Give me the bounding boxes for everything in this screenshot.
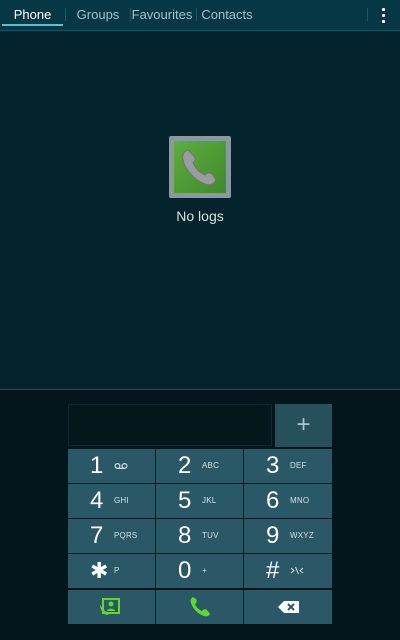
key-letters: ABC xyxy=(202,461,220,470)
key-letters: MNO xyxy=(290,496,310,505)
tab-favourites[interactable]: Favourites xyxy=(131,0,193,29)
tab-bar: Phone Groups Favourites Contacts xyxy=(0,0,400,31)
key-0[interactable]: 0 + xyxy=(156,554,243,588)
key-letters: TUV xyxy=(202,531,219,540)
call-button[interactable] xyxy=(156,590,243,624)
key-7[interactable]: 7 PQRS xyxy=(68,519,155,553)
phone-icon xyxy=(190,597,210,617)
tab-divider xyxy=(367,8,368,21)
contact-card-icon xyxy=(100,598,120,615)
key-4[interactable]: 4 GHI xyxy=(68,484,155,518)
key-letters: PQRS xyxy=(114,531,138,540)
tab-groups[interactable]: Groups xyxy=(66,0,130,29)
key-digit: 4 xyxy=(90,487,104,514)
key-digit: 7 xyxy=(90,522,104,549)
key-letters: WXYZ xyxy=(290,531,314,540)
contacts-shortcut-button[interactable] xyxy=(68,590,155,624)
key-digit: 2 xyxy=(178,452,192,479)
key-digit: 5 xyxy=(178,487,192,514)
key-1[interactable]: 1 xyxy=(68,449,155,483)
phone-number-input[interactable] xyxy=(68,404,272,446)
key-digit: 9 xyxy=(266,522,280,549)
key-8[interactable]: 8 TUV xyxy=(156,519,243,553)
key-2[interactable]: 2 ABC xyxy=(156,449,243,483)
voicemail-icon xyxy=(114,462,128,470)
more-options-icon[interactable] xyxy=(377,6,391,24)
key-letters: GHI xyxy=(114,496,129,505)
mute-icon xyxy=(290,566,304,575)
key-6[interactable]: 6 MNO xyxy=(244,484,332,518)
key-digit: 6 xyxy=(266,487,280,514)
phone-logs-icon xyxy=(169,136,231,198)
key-digit: 3 xyxy=(266,452,280,479)
key-letters: + xyxy=(202,566,207,575)
key-letters: DEF xyxy=(290,461,307,470)
key-digit: 8 xyxy=(178,522,192,549)
key-digit: ✱ xyxy=(90,558,109,583)
key-hash[interactable]: # xyxy=(244,554,332,588)
no-logs-label: No logs xyxy=(176,208,224,224)
key-9[interactable]: 9 WXYZ xyxy=(244,519,332,553)
add-contact-button[interactable]: + xyxy=(275,404,332,447)
key-digit: 0 xyxy=(178,557,192,584)
key-digit: # xyxy=(266,557,280,584)
key-digit: 1 xyxy=(90,452,104,479)
backspace-icon xyxy=(278,601,299,613)
key-3[interactable]: 3 DEF xyxy=(244,449,332,483)
key-letters: JKL xyxy=(202,496,217,505)
key-star[interactable]: ✱ P xyxy=(68,554,155,588)
active-tab-indicator xyxy=(2,24,63,26)
tab-contacts[interactable]: Contacts xyxy=(197,0,257,29)
key-letters: P xyxy=(114,566,120,575)
backspace-button[interactable] xyxy=(244,590,332,624)
key-5[interactable]: 5 JKL xyxy=(156,484,243,518)
